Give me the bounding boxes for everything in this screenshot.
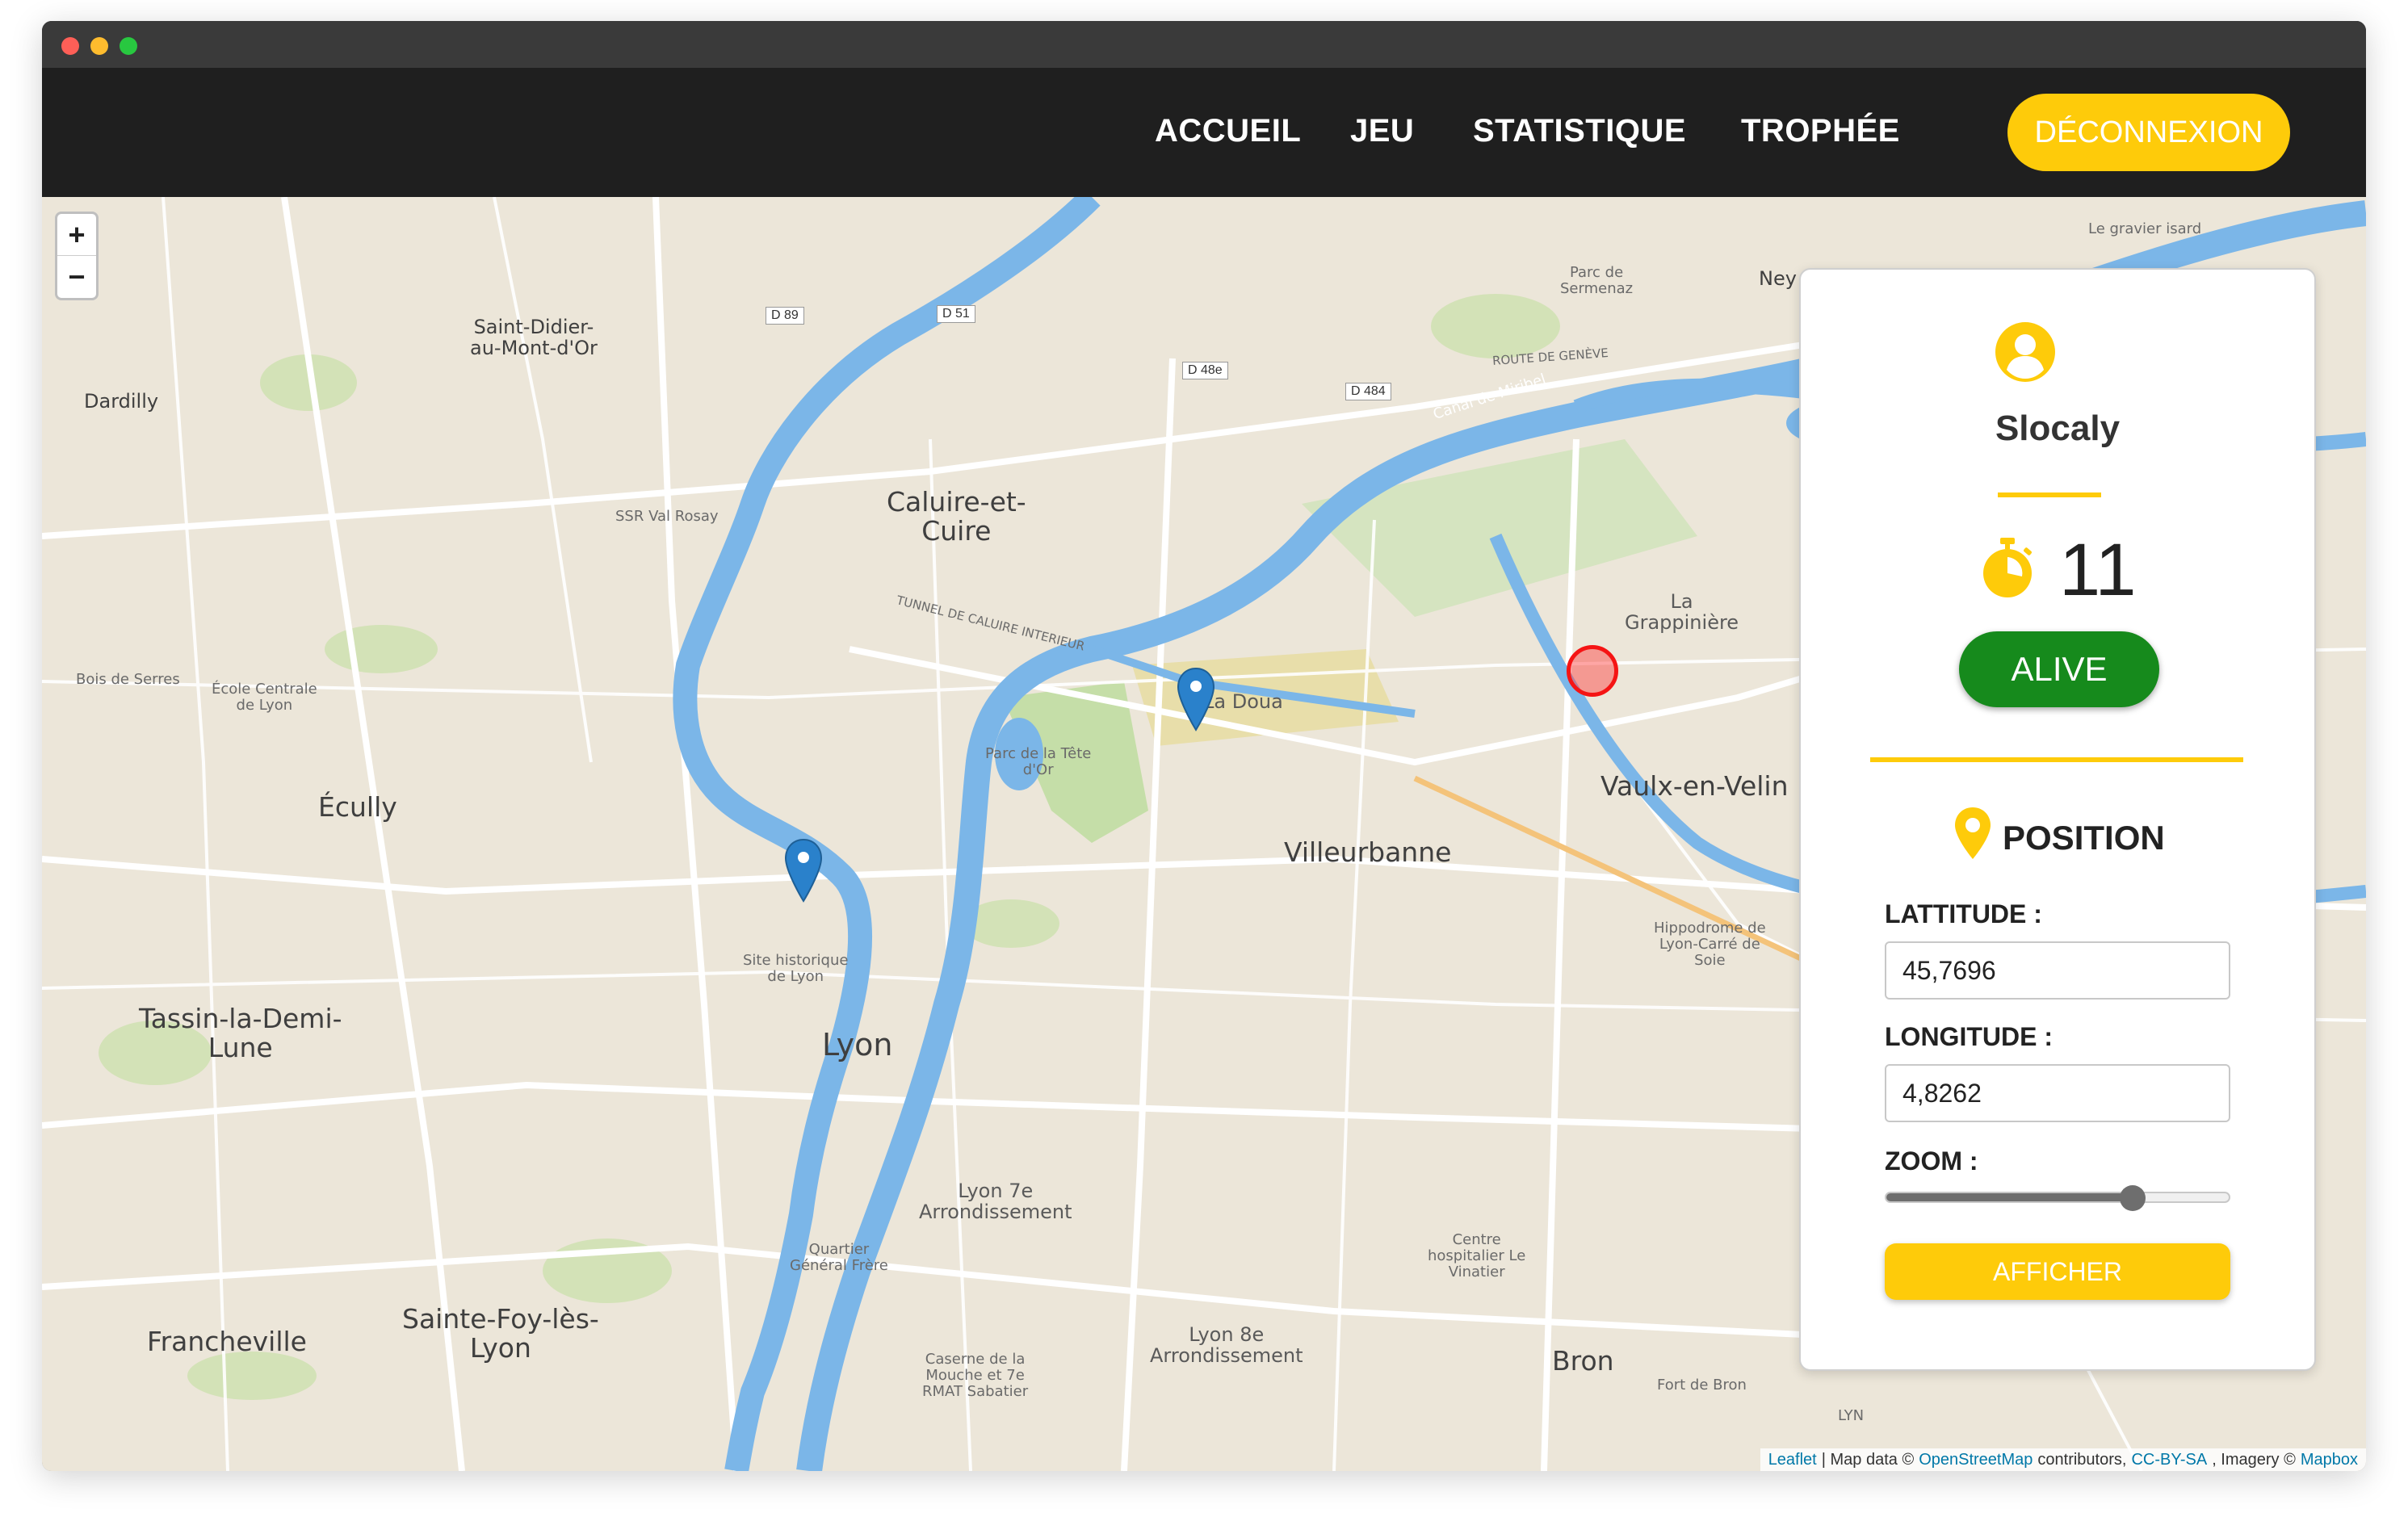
map-attribution: Leaflet | Map data © OpenStreetMap contr… — [1760, 1448, 2366, 1471]
logout-button[interactable]: DÉCONNEXION — [2007, 94, 2290, 171]
license-link[interactable]: CC-BY-SA — [2131, 1451, 2207, 1469]
road-badge-d89: D 89 — [766, 307, 804, 325]
map-label-quartier-general: Quartier Général Frère — [790, 1241, 888, 1274]
longitude-input[interactable] — [1885, 1064, 2230, 1122]
map-label-caluire: Caluire-et- Cuire — [887, 486, 1026, 547]
map-pin-icon — [1955, 807, 1991, 859]
navbar: ACCUEIL JEU STATISTIQUE TROPHÉE DÉCONNEX… — [42, 68, 2366, 197]
map-label-parc-tete-or: Parc de la Tête d'Or — [985, 745, 1092, 778]
zoom-out-button[interactable]: − — [57, 256, 96, 298]
nav-link-trophee[interactable]: TROPHÉE — [1741, 113, 1900, 149]
map-label-ecully: Écully — [318, 791, 397, 823]
map-label-lyon-7e: Lyon 7e Arrondissement — [919, 1180, 1072, 1224]
map-label-lyon: Lyon — [822, 1027, 893, 1062]
player-panel: Slocaly 11 ALIVE POSITION LATTITUDE : LO… — [1799, 268, 2316, 1371]
road-badge-d48e: D 48e — [1182, 362, 1228, 379]
map-label-tassin: Tassin-la-Demi- Lune — [139, 1003, 342, 1064]
close-window-button[interactable] — [61, 37, 79, 55]
map-label-lyn: LYN — [1838, 1407, 1865, 1424]
map-label-saint-didier: Saint-Didier- au-Mont-d'Or — [470, 316, 598, 360]
map-label-la-grappiniere: La Grappinière — [1625, 590, 1739, 635]
map-label-ssr-val-rosay: SSR Val Rosay — [615, 508, 719, 525]
map-view[interactable]: + − Dardilly Saint-Didier- au-Mont-d'Or … — [42, 197, 2366, 1471]
zoom-slider-thumb[interactable] — [2120, 1185, 2146, 1211]
user-circle-icon — [1995, 322, 2055, 382]
mapbox-link[interactable]: Mapbox — [2301, 1451, 2358, 1469]
zoom-slider-fill — [1886, 1193, 2133, 1201]
show-button[interactable]: AFFICHER — [1885, 1243, 2230, 1300]
map-label-hippodrome: Hippodrome de Lyon-Carré de Soie — [1654, 920, 1766, 969]
divider-short — [1998, 492, 2101, 497]
browser-window: ACCUEIL JEU STATISTIQUE TROPHÉE DÉCONNEX… — [42, 21, 2366, 1471]
nav-link-accueil[interactable]: ACCUEIL — [1155, 113, 1301, 149]
map-label-vaulx-en-velin: Vaulx-en-Velin — [1600, 770, 1789, 802]
attribution-contributors: contributors, — [2037, 1450, 2127, 1469]
map-marker-icon[interactable] — [783, 838, 824, 903]
maximize-window-button[interactable] — [120, 37, 137, 55]
map-label-site-historique: Site historique de Lyon — [743, 952, 849, 985]
window-titlebar — [42, 21, 2366, 68]
player-username: Slocaly — [1995, 409, 2121, 448]
player-score: 11 — [2059, 529, 2137, 611]
map-label-parc-sermenaz: Parc de Sermenaz — [1560, 264, 1634, 297]
map-marker-icon[interactable] — [1176, 667, 1216, 731]
player-location-marker[interactable] — [1567, 645, 1618, 697]
zoom-label: ZOOM : — [1885, 1146, 1978, 1176]
nav-link-statistique[interactable]: STATISTIQUE — [1473, 113, 1686, 149]
divider-long — [1870, 757, 2243, 762]
map-label-villeurbanne: Villeurbanne — [1284, 836, 1452, 868]
longitude-label: LONGITUDE : — [1885, 1022, 2053, 1051]
minimize-window-button[interactable] — [90, 37, 108, 55]
latitude-label: LATTITUDE : — [1885, 899, 2042, 928]
leaflet-link[interactable]: Leaflet — [1768, 1451, 1817, 1469]
map-label-centre-hospitalier: Centre hospitalier Le Vinatier — [1428, 1231, 1526, 1280]
zoom-slider[interactable] — [1885, 1185, 2230, 1211]
map-label-dardilly: Dardilly — [84, 390, 159, 413]
stopwatch-icon — [1983, 538, 2032, 597]
status-badge[interactable]: ALIVE — [1959, 631, 2159, 707]
map-label-sainte-foy: Sainte-Foy-lès- Lyon — [402, 1303, 599, 1364]
attribution-imagery: , Imagery © — [2212, 1450, 2296, 1469]
map-label-ecole-centrale: École Centrale de Lyon — [212, 681, 317, 714]
map-label-gravier-isard: Le gravier isard — [2088, 220, 2202, 237]
position-title: POSITION — [2003, 819, 2165, 857]
zoom-control: + − — [55, 212, 99, 300]
map-label-bron: Bron — [1552, 1345, 1614, 1377]
map-label-lyon-8e: Lyon 8e Arrondissement — [1150, 1323, 1303, 1368]
map-label-francheville: Francheville — [147, 1326, 307, 1357]
attribution-map-data: | Map data © — [1821, 1450, 1915, 1469]
map-label-fort-de-bron: Fort de Bron — [1657, 1377, 1747, 1394]
nav-link-jeu[interactable]: JEU — [1350, 113, 1414, 149]
latitude-input[interactable] — [1885, 941, 2230, 1000]
road-badge-d51: D 51 — [937, 305, 975, 323]
osm-link[interactable]: OpenStreetMap — [1919, 1451, 2033, 1469]
map-label-bois-de-serres: Bois de Serres — [76, 671, 180, 688]
map-label-caserne: Caserne de la Mouche et 7e RMAT Sabatier — [922, 1351, 1029, 1400]
zoom-in-button[interactable]: + — [57, 214, 96, 256]
road-badge-d484: D 484 — [1345, 383, 1391, 400]
map-label-ney: Ney — [1759, 267, 1797, 290]
